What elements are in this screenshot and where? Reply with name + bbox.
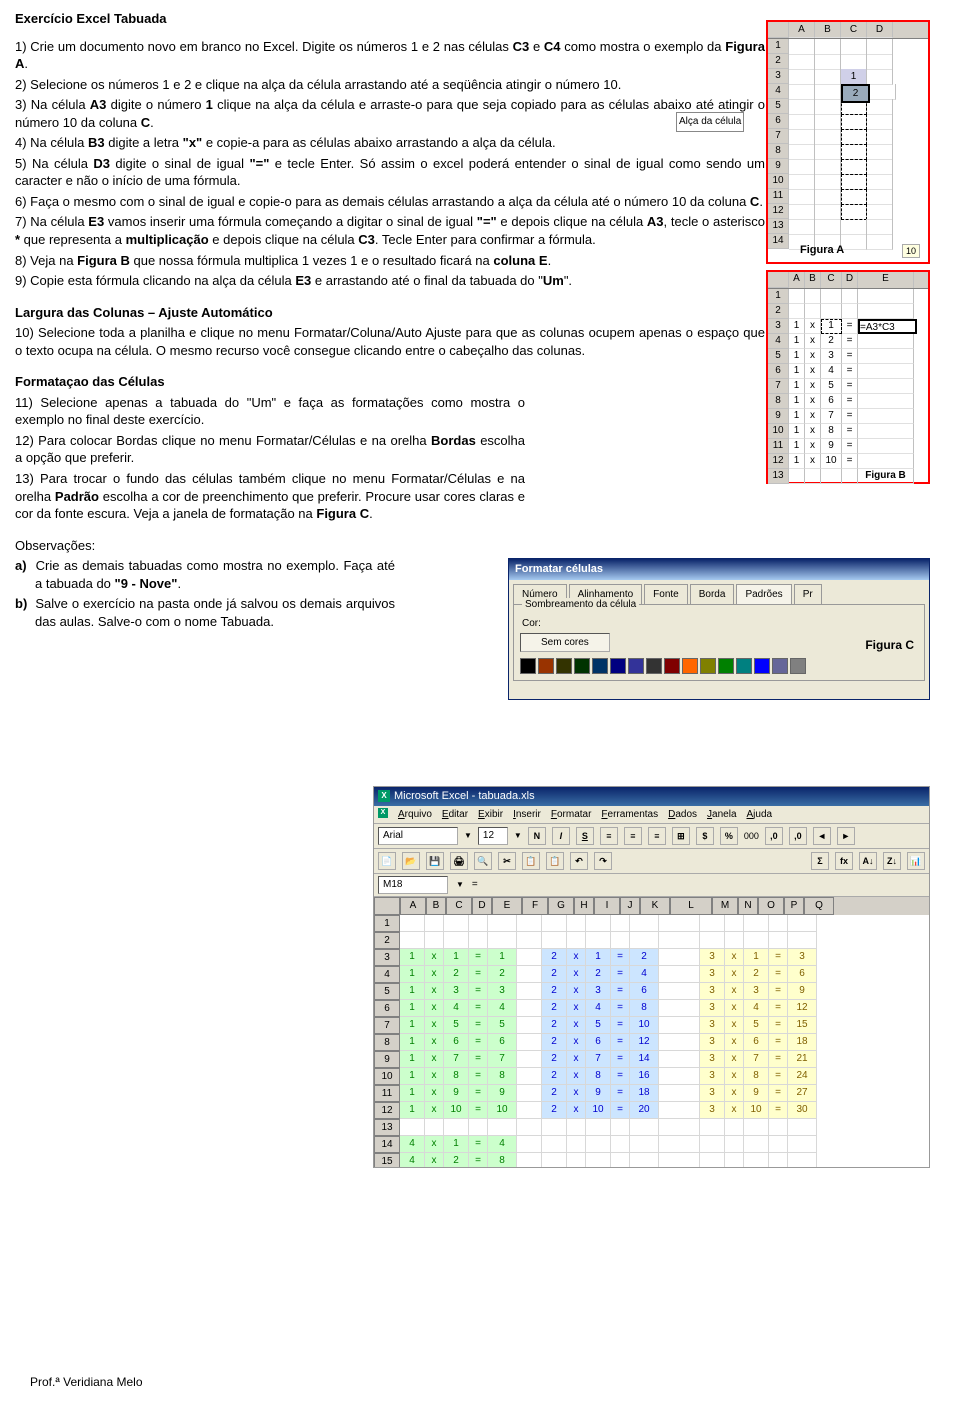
- currency-icon[interactable]: $: [696, 827, 714, 845]
- align-right-icon[interactable]: ≡: [648, 827, 666, 845]
- figure-a-label: Figura A: [798, 241, 846, 260]
- open-icon[interactable]: 📂: [402, 852, 420, 870]
- menu-dados[interactable]: Dados: [668, 808, 697, 822]
- step-11: 11) Selecione apenas a tabuada do "Um" e…: [15, 394, 525, 429]
- figure-a-tooltip: 10: [902, 244, 920, 258]
- italic-button[interactable]: I: [552, 827, 570, 845]
- bold-button[interactable]: N: [528, 827, 546, 845]
- menu-ferramentas[interactable]: Ferramentas: [601, 808, 658, 822]
- name-box[interactable]: M18: [378, 876, 448, 894]
- indent-right-icon[interactable]: ►: [837, 827, 855, 845]
- step-9: 9) Copie esta fórmula clicando na alça d…: [15, 272, 765, 290]
- step-12: 12) Para colocar Bordas clique no menu F…: [15, 432, 525, 467]
- new-icon[interactable]: 📄: [378, 852, 396, 870]
- menu-arquivo[interactable]: Arquivo: [398, 808, 432, 822]
- obs-b: b) Salve o exercício na pasta onde já sa…: [15, 595, 395, 630]
- step-6: 6) Faça o mesmo com o sinal de igual e c…: [15, 193, 765, 211]
- page-title: Exercício Excel Tabuada: [15, 10, 765, 28]
- tab-fonte[interactable]: Fonte: [644, 584, 688, 605]
- paste-icon[interactable]: 📋: [546, 852, 564, 870]
- menu-formatar[interactable]: Formatar: [551, 808, 592, 822]
- sort-asc-icon[interactable]: A↓: [859, 852, 877, 870]
- step-7: 7) Na célula E3 vamos inserir uma fórmul…: [15, 213, 765, 248]
- menubar[interactable]: X Arquivo Editar Exibir Inserir Formatar…: [374, 806, 929, 825]
- chart-icon[interactable]: 📊: [907, 852, 925, 870]
- footer: Prof.ª Veridiana Melo: [30, 1374, 143, 1390]
- undo-icon[interactable]: ↶: [570, 852, 588, 870]
- tab-padroes[interactable]: Padrões: [736, 584, 791, 605]
- standard-toolbar[interactable]: 📄 📂 💾 🖨 🔍 ✂ 📋 📋 ↶ ↷ Σ fx A↓ Z↓ 📊: [374, 849, 929, 874]
- underline-button[interactable]: S: [576, 827, 594, 845]
- heading-largura: Largura das Colunas – Ajuste Automático: [15, 304, 765, 322]
- print-icon[interactable]: 🖨: [450, 852, 468, 870]
- step-8: 8) Veja na Figura B que nossa fórmula mu…: [15, 252, 765, 270]
- alca-label: Alça da célula: [676, 112, 744, 132]
- align-center-icon[interactable]: ≡: [624, 827, 642, 845]
- spreadsheet-title: X Microsoft Excel - tabuada.xls: [374, 787, 929, 806]
- align-left-icon[interactable]: ≡: [600, 827, 618, 845]
- step-2: 2) Selecione os números 1 e 2 e clique n…: [15, 76, 765, 94]
- copy-icon[interactable]: 📋: [522, 852, 540, 870]
- group-sombreamento: Sombreamento da célula: [522, 598, 639, 612]
- step-10: 10) Selecione toda a planilha e clique n…: [15, 324, 765, 359]
- sort-desc-icon[interactable]: Z↓: [883, 852, 901, 870]
- format-toolbar[interactable]: Arial▼ 12▼ N I S ≡ ≡ ≡ ⊞ $ % 000 ,0 ,0 ◄…: [374, 824, 929, 849]
- inc-decimal-icon[interactable]: ,0: [765, 827, 783, 845]
- spreadsheet-window: X Microsoft Excel - tabuada.xls X Arquiv…: [373, 786, 930, 1168]
- excel-icon: X: [378, 790, 390, 802]
- tab-borda[interactable]: Borda: [690, 584, 735, 605]
- cut-icon[interactable]: ✂: [498, 852, 516, 870]
- heading-formatacao: Formataçao das Células: [15, 373, 525, 391]
- step-5: 5) Na célula D3 digite o sinal de igual …: [15, 155, 765, 190]
- figure-b: A B C D E 1231x1==A3*C341x2=51x3=61x4=71…: [766, 270, 930, 484]
- menu-janela[interactable]: Janela: [707, 808, 736, 822]
- excel-doc-icon: X: [378, 808, 388, 818]
- figure-c-label: Figura C: [865, 637, 914, 653]
- figure-c: Formatar células Número Alinhamento Font…: [508, 558, 930, 700]
- formula-bar[interactable]: M18 ▼ =: [374, 874, 929, 897]
- percent-icon[interactable]: %: [720, 827, 738, 845]
- sem-cores-button[interactable]: Sem cores: [520, 633, 610, 653]
- dec-decimal-icon[interactable]: ,0: [789, 827, 807, 845]
- merge-icon[interactable]: ⊞: [672, 827, 690, 845]
- autosum-icon[interactable]: Σ: [811, 852, 829, 870]
- menu-exibir[interactable]: Exibir: [478, 808, 503, 822]
- figure-c-title: Formatar células: [509, 559, 929, 580]
- obs-a: a) Crie as demais tabuadas como mostra n…: [15, 557, 395, 592]
- cor-label: Cor:: [522, 617, 918, 631]
- font-name-input[interactable]: Arial: [378, 827, 458, 845]
- step-1: 1) Crie um documento novo em branco no E…: [15, 38, 765, 73]
- preview-icon[interactable]: 🔍: [474, 852, 492, 870]
- tab-pr[interactable]: Pr: [794, 584, 822, 605]
- figure-a: A B C D 123142567891011121314 Alça da cé…: [766, 20, 930, 264]
- redo-icon[interactable]: ↷: [594, 852, 612, 870]
- function-icon[interactable]: fx: [835, 852, 853, 870]
- step-3: 3) Na célula A3 digite o número 1 clique…: [15, 96, 765, 131]
- menu-ajuda[interactable]: Ajuda: [747, 808, 773, 822]
- step-4: 4) Na célula B3 digite a letra "x" e cop…: [15, 134, 765, 152]
- menu-inserir[interactable]: Inserir: [513, 808, 541, 822]
- heading-observacoes: Observações:: [15, 537, 395, 555]
- spreadsheet-grid[interactable]: ABCDEFGHIJKLMNOPQ 1231x1=12x1=23x1=341x2…: [374, 897, 929, 1168]
- menu-editar[interactable]: Editar: [442, 808, 468, 822]
- color-swatches[interactable]: [520, 658, 918, 674]
- fx-label: =: [472, 878, 478, 892]
- indent-left-icon[interactable]: ◄: [813, 827, 831, 845]
- font-size-input[interactable]: 12: [478, 827, 508, 845]
- step-13: 13) Para trocar o fundo das células tamb…: [15, 470, 525, 523]
- save-icon[interactable]: 💾: [426, 852, 444, 870]
